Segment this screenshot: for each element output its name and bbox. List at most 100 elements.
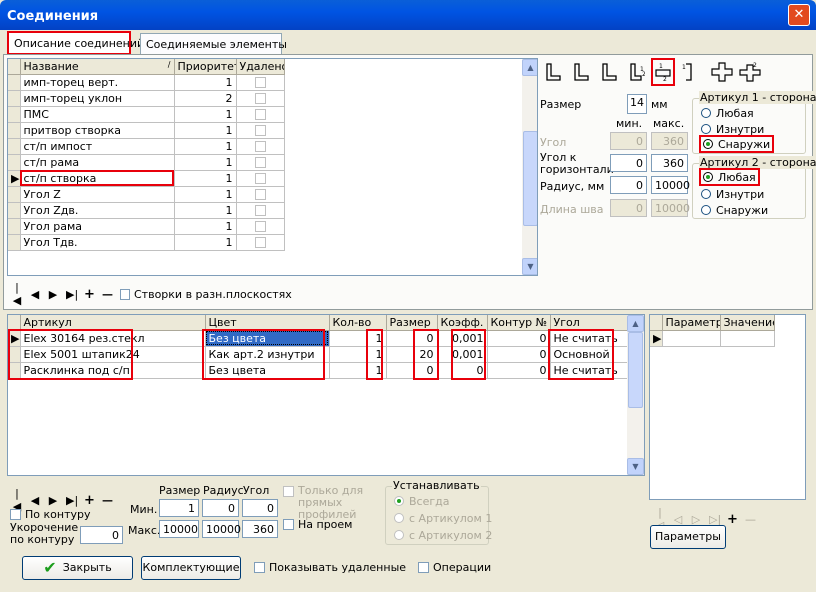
deleted-cell[interactable]: [236, 122, 285, 139]
connection-name-cell[interactable]: притвор створка: [20, 122, 175, 139]
delete-record-button[interactable]: —: [102, 288, 113, 301]
seam-min-input[interactable]: 0: [610, 199, 647, 217]
col-angle-header[interactable]: Угол: [550, 315, 630, 331]
close-window-button[interactable]: ✕: [788, 4, 810, 26]
min-radius-input[interactable]: 0: [202, 499, 239, 517]
priority-cell[interactable]: 1: [174, 186, 237, 203]
bracket-1-icon[interactable]: 1: [681, 62, 697, 82]
contour-cell[interactable]: 0: [487, 362, 551, 379]
angle-l12-icon[interactable]: 12: [629, 62, 646, 82]
install-with-article2-radio[interactable]: с Артикулом 2: [394, 527, 492, 543]
install-with-article1-radio[interactable]: с Артикулом 1: [394, 510, 492, 526]
priority-cell[interactable]: 1: [174, 74, 237, 91]
article1-outside-radio[interactable]: Снаружи: [699, 135, 775, 153]
param-last-button[interactable]: ▷|: [709, 513, 721, 526]
tab-connection-description[interactable]: Описание соединений: [7, 31, 144, 55]
param-prev-button[interactable]: ◁: [673, 513, 683, 526]
components-button[interactable]: Комплектующие: [141, 556, 241, 580]
col-qty-header[interactable]: Кол-во: [329, 315, 387, 331]
param-next-button[interactable]: ▷: [691, 513, 701, 526]
connection-row[interactable]: Угол рама 1: [8, 218, 285, 235]
deleted-cell[interactable]: [236, 138, 285, 155]
operations-checkbox[interactable]: Операции: [418, 561, 491, 574]
delete-article-button[interactable]: —: [102, 494, 113, 507]
priority-cell[interactable]: 1: [174, 122, 237, 139]
connection-name-cell[interactable]: Угол Tдв.: [20, 234, 175, 251]
angle-max-input[interactable]: 360: [651, 132, 688, 150]
prev-article-button[interactable]: ◀: [30, 494, 40, 507]
min-size-input[interactable]: 1: [159, 499, 199, 517]
connection-name-cell[interactable]: ст/п импост: [20, 138, 175, 155]
connection-name-cell[interactable]: ст/п створка: [20, 170, 175, 187]
on-opening-checkbox[interactable]: На проем: [283, 518, 352, 531]
deleted-cell[interactable]: [236, 106, 285, 123]
col-contour-header[interactable]: Контур №: [487, 315, 551, 331]
min-angle-input[interactable]: 0: [242, 499, 278, 517]
parameters-grid[interactable]: Параметр Значение ▶: [649, 314, 806, 500]
connection-name-cell[interactable]: Угол Z: [20, 186, 175, 203]
article1-any-radio[interactable]: Любая: [701, 105, 754, 121]
contour-cell[interactable]: 0: [487, 346, 551, 363]
article2-outside-radio[interactable]: Снаружи: [701, 202, 768, 218]
connection-name-cell[interactable]: Угол рама: [20, 218, 175, 235]
value-cell[interactable]: [720, 330, 775, 347]
max-size-input[interactable]: 10000: [159, 520, 199, 538]
connection-name-cell[interactable]: Угол Zдв.: [20, 202, 175, 219]
shortening-input[interactable]: 0: [80, 526, 123, 544]
col-name-header[interactable]: Название ∕: [20, 59, 175, 75]
col-coef-header[interactable]: Коэфф.: [437, 315, 488, 331]
priority-cell[interactable]: 1: [174, 170, 237, 187]
radius-max-input[interactable]: 10000: [651, 176, 690, 194]
connection-row[interactable]: ПМС 1: [8, 106, 285, 123]
connection-row[interactable]: имп-торец уклон 2: [8, 90, 285, 107]
different-planes-checkbox[interactable]: Створки в разн.плоскостях: [120, 288, 292, 301]
connection-name-cell[interactable]: имп-торец уклон: [20, 90, 175, 107]
size-input[interactable]: 14: [627, 94, 647, 114]
tab-connected-elements[interactable]: Соединяемые элементы: [140, 33, 287, 55]
last-record-button[interactable]: ▶|: [66, 288, 78, 301]
col-deleted-header[interactable]: Удалено: [236, 59, 285, 75]
col-size-header[interactable]: Размер: [386, 315, 438, 331]
priority-cell[interactable]: 1: [174, 154, 237, 171]
radius-min-input[interactable]: 0: [610, 176, 647, 194]
by-contour-checkbox[interactable]: По контуру: [10, 508, 90, 521]
angle-l2-icon[interactable]: [573, 62, 589, 82]
deleted-cell[interactable]: [236, 170, 285, 187]
connection-row[interactable]: ст/п импост 1: [8, 138, 285, 155]
deleted-cell[interactable]: [236, 154, 285, 171]
article2-inside-radio[interactable]: Изнутри: [701, 186, 764, 202]
connections-grid[interactable]: Название ∕ Приоритет Удалено имп-торец ве…: [7, 58, 538, 276]
contour-cell[interactable]: 0: [487, 330, 551, 347]
priority-cell[interactable]: 1: [174, 106, 237, 123]
max-radius-input[interactable]: 10000: [202, 520, 241, 538]
deleted-cell[interactable]: [236, 90, 285, 107]
connection-name-cell[interactable]: ст/п рама: [20, 154, 175, 171]
connection-name-cell[interactable]: имп-торец верт.: [20, 74, 175, 91]
deleted-cell[interactable]: [236, 74, 285, 91]
parameters-button[interactable]: Параметры: [650, 525, 726, 549]
connection-row[interactable]: притвор створка 1: [8, 122, 285, 139]
priority-cell[interactable]: 1: [174, 202, 237, 219]
connections-scrollbar[interactable]: ▲ ▼: [522, 59, 537, 275]
col-priority-header[interactable]: Приоритет: [174, 59, 237, 75]
profile-12-icon[interactable]: 12: [651, 58, 675, 86]
article2-any-radio[interactable]: Любая: [699, 168, 760, 186]
deleted-cell[interactable]: [236, 186, 285, 203]
articles-scrollbar[interactable]: ▲ ▼: [627, 315, 644, 475]
col-color-header[interactable]: Цвет: [205, 315, 330, 331]
angle-l3-icon[interactable]: [601, 62, 617, 82]
next-article-button[interactable]: ▶: [48, 494, 58, 507]
priority-cell[interactable]: 1: [174, 218, 237, 235]
deleted-cell[interactable]: [236, 202, 285, 219]
max-angle-input[interactable]: 360: [242, 520, 278, 538]
prev-record-button[interactable]: ◀: [30, 288, 40, 301]
show-deleted-checkbox[interactable]: Показывать удаленные: [254, 561, 406, 574]
param-delete-button[interactable]: —: [745, 513, 756, 526]
close-button[interactable]: ✔ Закрыть: [22, 556, 133, 580]
col-param-header[interactable]: Параметр: [662, 315, 721, 331]
col-article-header[interactable]: Артикул: [20, 315, 206, 331]
add-article-button[interactable]: +: [84, 493, 95, 508]
cross-icon[interactable]: [711, 62, 733, 82]
angle-l-icon[interactable]: [545, 62, 561, 82]
param-add-button[interactable]: +: [727, 512, 738, 527]
